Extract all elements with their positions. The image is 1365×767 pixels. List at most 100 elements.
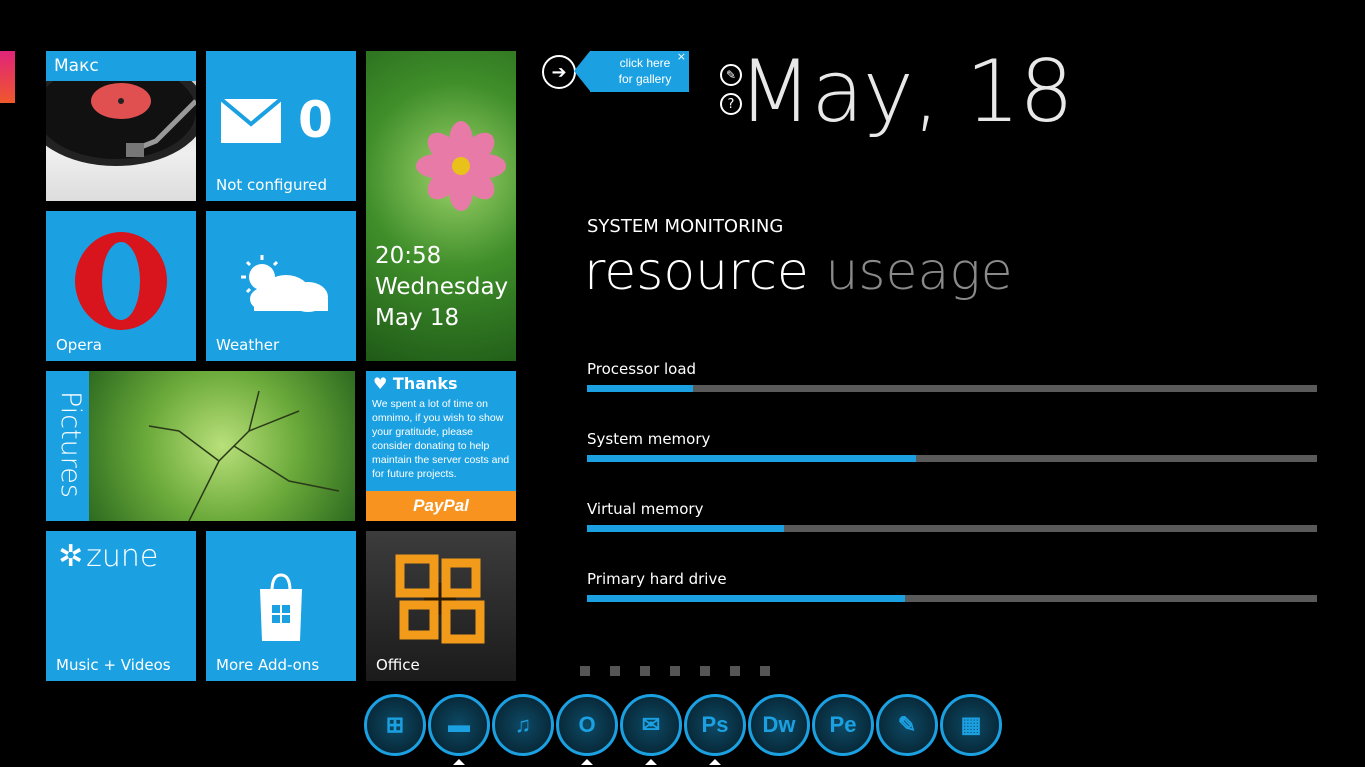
envelope-icon <box>221 99 281 143</box>
gallery-callout[interactable]: click here for gallery × <box>574 50 689 92</box>
hard-drive-meter: Primary hard drive <box>587 570 1317 602</box>
meter-label: Processor load <box>587 360 697 378</box>
gallery-callout-text: click here for gallery <box>604 55 686 87</box>
page-dot[interactable] <box>580 666 590 676</box>
page-dot[interactable] <box>730 666 740 676</box>
meter-fill <box>587 595 905 602</box>
clock-readout: 20:58 Wednesday May 18 <box>375 241 508 334</box>
accent-strip <box>0 51 15 103</box>
photoshop-icon: Ps <box>701 712 729 737</box>
zune-tile[interactable]: ✲ zune Music + Videos <box>46 531 196 681</box>
meter-label: Primary hard drive <box>587 570 727 588</box>
leaves-image <box>89 371 355 521</box>
clock-date: May 18 <box>375 305 460 331</box>
running-indicator <box>709 759 721 765</box>
meter-track <box>587 525 1317 532</box>
dock-opera-button[interactable]: O <box>556 694 618 765</box>
tiles-icon: ▦ <box>960 712 982 737</box>
arrow-right-icon: ➔ <box>551 61 567 83</box>
office-logo-icon <box>395 554 485 644</box>
thanks-message: We spent a lot of time on omnimo, if you… <box>372 398 510 480</box>
meter-label: System memory <box>587 430 711 448</box>
pe-icon: Pe <box>829 712 857 737</box>
addons-label: More Add-ons <box>216 656 320 674</box>
profile-name: Макс <box>54 56 99 76</box>
running-indicator <box>581 759 593 765</box>
mail-status: Not configured <box>216 176 328 194</box>
messenger-icon: ✉ <box>641 712 661 737</box>
clock-time: 20:58 <box>375 243 442 269</box>
meter-fill <box>587 455 916 462</box>
meter-track <box>587 595 1317 602</box>
dreamweaver-icon: Dw <box>762 712 796 737</box>
page-dot[interactable] <box>640 666 650 676</box>
page-dot[interactable] <box>610 666 620 676</box>
office-tile[interactable]: Office <box>366 531 516 681</box>
windows-icon: ⊞ <box>385 712 405 737</box>
thanks-donate-tile[interactable]: ♥ Thanks We spent a lot of time on omnim… <box>366 371 516 521</box>
heading-sub: useage <box>825 242 1013 302</box>
music-icon: ♫ <box>514 712 532 737</box>
turntable-image <box>46 56 196 201</box>
opera-icon: O <box>578 712 596 737</box>
addons-tile[interactable]: More Add-ons <box>206 531 356 681</box>
zune-brand: zune <box>86 539 159 574</box>
question-icon: ? <box>727 96 735 112</box>
opera-logo-icon <box>75 232 167 330</box>
close-icon[interactable]: × <box>677 50 686 63</box>
meter-fill <box>587 385 693 392</box>
processor-load-meter: Processor load <box>587 360 1317 392</box>
virtual-memory-meter: Virtual memory <box>587 500 1317 532</box>
date-display: May, 18 <box>738 42 1074 142</box>
system-memory-meter: System memory <box>587 430 1317 462</box>
weather-tile[interactable]: Weather <box>206 211 356 361</box>
gallery-callout-line2: for gallery <box>618 72 672 86</box>
page-dot[interactable] <box>700 666 710 676</box>
dock-windows-button[interactable]: ⊞ <box>364 694 426 756</box>
running-indicator <box>645 759 657 765</box>
dock-dreamweaver-button[interactable]: Dw <box>748 694 810 756</box>
dock-notepad-button[interactable]: ✎ <box>876 694 938 756</box>
dock-pe-button[interactable]: Pe <box>812 694 874 756</box>
running-indicator <box>453 759 465 765</box>
clock-photo-tile[interactable]: 20:58 Wednesday May 18 <box>366 51 516 361</box>
section-heading: resource useage <box>584 242 1013 302</box>
page-indicator <box>580 666 770 676</box>
page-dot[interactable] <box>670 666 680 676</box>
meter-label: Virtual memory <box>587 500 704 518</box>
shopping-bag-icon <box>260 573 302 641</box>
music-videos-label: Music + Videos <box>56 656 171 674</box>
sun-cloud-icon <box>241 255 328 312</box>
gallery-arrow-button[interactable]: ➔ <box>542 55 576 89</box>
dock-music-button[interactable]: ♫ <box>492 694 554 756</box>
wrench-icon: ✎ <box>725 68 737 82</box>
thanks-heading: ♥ Thanks <box>373 374 458 393</box>
app-dock: ⊞ ▬ ♫ O ✉ Ps Dw Pe ✎ ▦ <box>364 694 1002 765</box>
dock-explorer-button[interactable]: ▬ <box>428 694 490 765</box>
weather-label: Weather <box>216 336 280 354</box>
gallery-callout-line1: click here <box>619 56 671 70</box>
pictures-label: Pictures <box>55 391 86 498</box>
zune-logo: ✲ zune <box>58 539 158 574</box>
opera-label: Opera <box>56 336 102 354</box>
dock-photoshop-button[interactable]: Ps <box>684 694 746 765</box>
heading-main: resource <box>584 242 809 302</box>
opera-tile[interactable]: Opera <box>46 211 196 361</box>
meter-fill <box>587 525 785 532</box>
thanks-title: Thanks <box>392 374 458 393</box>
meter-track <box>587 385 1317 392</box>
dock-messenger-button[interactable]: ✉ <box>620 694 682 765</box>
explorer-icon: ▬ <box>448 712 470 737</box>
heart-icon: ♥ <box>373 374 388 393</box>
music-profile-tile[interactable]: Макс <box>46 51 196 201</box>
page-dot[interactable] <box>760 666 770 676</box>
dock-tiles-button[interactable]: ▦ <box>940 694 1002 756</box>
mail-count: 0 <box>298 91 333 149</box>
flower-image <box>416 121 506 211</box>
paypal-button[interactable]: PayPal <box>366 491 516 521</box>
section-title: SYSTEM MONITORING <box>587 216 784 237</box>
pictures-tile[interactable]: Pictures <box>46 371 355 521</box>
meter-track <box>587 455 1317 462</box>
notepad-icon: ✎ <box>897 712 917 737</box>
mail-tile[interactable]: 0 Not configured <box>206 51 356 201</box>
